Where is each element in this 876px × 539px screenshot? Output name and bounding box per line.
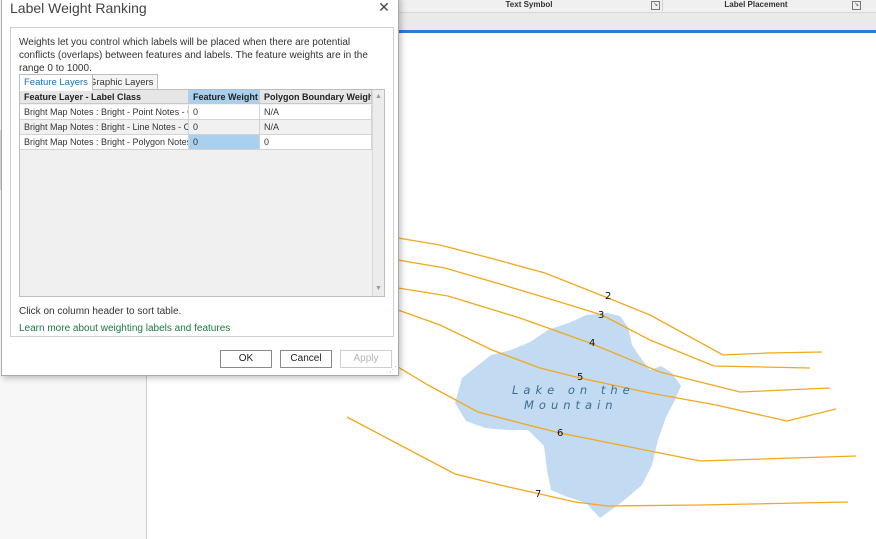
scroll-up-icon[interactable]: ▲ [373,92,384,102]
view-tabstrip [398,13,876,30]
dialog-title: Label Weight Ranking [10,0,147,16]
weight-table: Feature Layer - Label Class Feature Weig… [19,89,385,297]
tab-feature-layers[interactable]: Feature Layers [19,74,93,91]
contents-pane [0,375,146,539]
active-view-indicator [398,30,876,33]
learn-more-link[interactable]: Learn more about weighting labels and fe… [19,323,230,334]
column-header-feature-weight[interactable]: Feature Weight [189,90,260,104]
table-row[interactable]: Bright Map Notes : Bright - Point Notes … [20,105,372,120]
cell-feature-weight[interactable]: 0 [189,120,260,135]
ribbon: Text Symbol ↘ Label Placement ↘ [398,0,876,13]
label-weight-ranking-dialog: Label Weight Ranking ✕ Weights let you c… [1,0,399,376]
sort-hint: Click on column header to sort table. [19,306,182,317]
cell-polygon-boundary-weight[interactable]: N/A [260,105,372,120]
dialog-description: Weights let you control which labels wil… [19,37,368,74]
table-row[interactable]: Bright Map Notes : Bright - Polygon Note… [20,135,372,150]
ribbon-group-label-placement: Label Placement [662,0,850,12]
ribbon-group-text-symbol: Text Symbol [398,0,660,12]
dialog-content: Weights let you control which labels wil… [10,27,394,337]
table-header: Feature Layer - Label Class Feature Weig… [20,90,372,105]
table-scrollbar[interactable]: ▲ ▼ [372,90,384,296]
resize-grip-icon[interactable]: ⋰ [389,366,397,374]
cell-polygon-boundary-weight[interactable]: 0 [260,135,372,150]
cell-polygon-boundary-weight[interactable]: N/A [260,120,372,135]
close-icon[interactable]: ✕ [376,0,392,16]
cell-feature-weight-selected[interactable]: 0 [189,135,260,150]
column-header-label-class[interactable]: Feature Layer - Label Class [20,90,189,104]
ribbon-group-label: Label Placement [724,0,788,9]
scroll-down-icon[interactable]: ▼ [373,284,384,294]
ribbon-group-label: Text Symbol [505,0,553,9]
table-row[interactable]: Bright Map Notes : Bright - Line Notes -… [20,120,372,135]
cell-label-class[interactable]: Bright Map Notes : Bright - Polygon Note… [20,135,189,150]
text-symbol-launcher-icon[interactable]: ↘ [651,1,660,10]
ok-button[interactable]: OK [220,350,272,368]
cancel-button[interactable]: Cancel [280,350,332,368]
column-header-polygon-boundary-weight[interactable]: Polygon Boundary Weight [260,90,372,104]
cell-feature-weight[interactable]: 0 [189,105,260,120]
cell-label-class[interactable]: Bright Map Notes : Bright - Point Notes … [20,105,189,120]
label-placement-launcher-icon[interactable]: ↘ [852,1,861,10]
apply-button[interactable]: Apply [340,350,392,368]
cell-label-class[interactable]: Bright Map Notes : Bright - Line Notes -… [20,120,189,135]
pane-divider[interactable] [146,375,147,539]
